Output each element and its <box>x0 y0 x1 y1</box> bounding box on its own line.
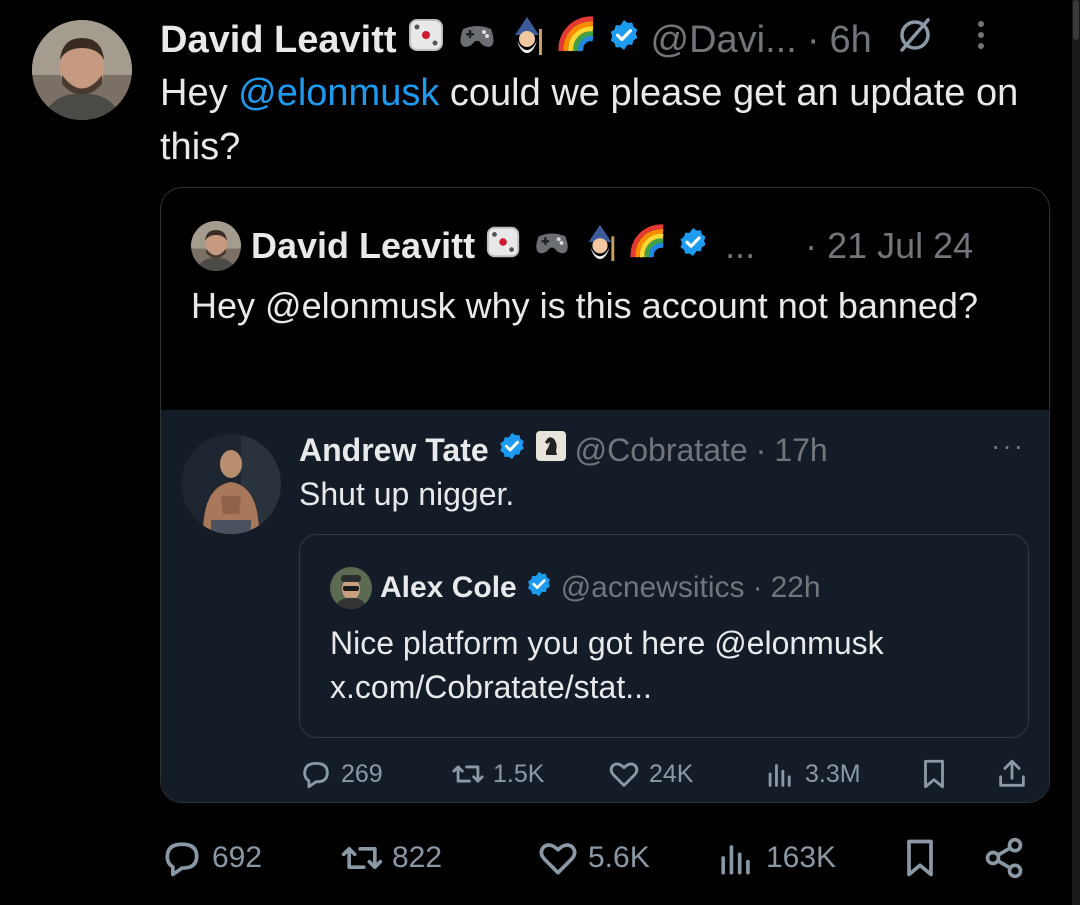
repost-icon <box>452 765 484 783</box>
bookmark-icon <box>924 759 944 789</box>
embedded-action-bar: 269 1.5K 24K 3.3M <box>299 754 1029 794</box>
like-count: 5.6K <box>588 841 650 874</box>
embedded-views-action: 3.3M <box>763 754 861 794</box>
embedded-tweet-header: Andrew Tate @Cobratate · 17h <box>299 426 828 474</box>
embedded-reply-action: 269 <box>299 754 383 794</box>
repost-count: 822 <box>392 841 443 874</box>
like-button[interactable]: 5.6K <box>536 833 650 883</box>
views-button[interactable]: 163K <box>714 833 836 883</box>
tweet-time[interactable]: 6h <box>829 19 871 62</box>
mention-link[interactable]: @elonmusk <box>238 72 439 114</box>
embedded-like-count: 24K <box>649 759 694 788</box>
embedded-like-action: 24K <box>607 754 693 794</box>
rainbow-emoji-icon <box>557 15 597 65</box>
separator: · <box>752 571 763 604</box>
inner-quoted-header: Alex Cole @acnewsitics · 22h <box>330 565 821 611</box>
inner-author-name: Alex Cole <box>380 571 517 604</box>
share-icon <box>999 759 1025 787</box>
reply-count: 692 <box>212 841 263 874</box>
share-icon[interactable] <box>982 835 1026 881</box>
game-controller-emoji-icon <box>533 223 571 270</box>
author-name[interactable]: David Leavitt <box>160 19 397 62</box>
embedded-reply-count: 269 <box>341 759 383 788</box>
tweet-action-bar: 692 822 5.6K 163K <box>160 833 1040 883</box>
views-icon <box>721 845 750 875</box>
quoted-avatar[interactable] <box>191 221 241 271</box>
repost-button[interactable]: 822 <box>340 833 442 883</box>
dice-emoji-icon <box>485 223 523 270</box>
quoted-tweet-card[interactable]: David Leavitt ... · 21 Jul 24 Hey @elonm… <box>160 187 1050 803</box>
repost-icon <box>341 847 383 869</box>
view-count: 163K <box>766 841 837 874</box>
heart-icon <box>609 762 639 787</box>
scrollbar-thumb[interactable] <box>1073 0 1079 40</box>
inner-quoted-text: Nice platform you got here @elonmusk x.c… <box>330 621 1010 709</box>
separator: · <box>805 225 818 266</box>
embedded-author-name: Andrew Tate <box>299 431 489 468</box>
inner-quoted-avatar <box>330 567 372 609</box>
main-tweet-header: David Leavitt @Davi... · 6h <box>160 14 988 66</box>
chess-knight-icon <box>535 430 567 470</box>
embedded-avatar <box>181 434 281 534</box>
reply-button[interactable]: 692 <box>160 833 262 883</box>
embedded-view-count: 3.3M <box>805 759 861 788</box>
game-controller-emoji-icon <box>457 15 497 65</box>
heart-icon <box>539 843 577 875</box>
inner-handle: @acnewsitics <box>560 571 745 604</box>
bookmark-icon[interactable] <box>898 835 942 881</box>
scrollbar[interactable] <box>1072 0 1080 905</box>
quoted-author-name[interactable]: David Leavitt <box>251 225 475 267</box>
grok-icon[interactable] <box>896 16 934 64</box>
separator: · <box>806 18 820 61</box>
mage-emoji-icon <box>581 223 619 270</box>
verified-badge-icon <box>607 18 641 62</box>
more-options-icon[interactable] <box>974 16 988 64</box>
embedded-tweet-text: Shut up nigger. <box>299 476 515 512</box>
views-icon <box>768 764 791 787</box>
rainbow-emoji-icon <box>629 223 667 270</box>
verified-badge-icon <box>525 570 553 606</box>
inner-quoted-tweet-card: Alex Cole @acnewsitics · 22h Nice platfo… <box>299 534 1029 738</box>
inner-time: 22h <box>770 571 821 604</box>
embedded-time: 17h <box>774 431 828 468</box>
quoted-tweet-text: Hey @elonmusk why is this account not ba… <box>191 285 978 326</box>
embedded-repost-count: 1.5K <box>493 759 545 788</box>
dice-emoji-icon <box>407 15 447 65</box>
verified-badge-icon <box>497 431 527 469</box>
reply-icon <box>165 842 199 877</box>
inner-quoted-text-line1: Nice platform you got here @elonmusk <box>330 625 884 661</box>
quoted-tweet-header: David Leavitt ... · 21 Jul 24 <box>191 218 973 274</box>
embedded-handle: @Cobratate <box>574 431 748 468</box>
separator: · <box>755 431 767 468</box>
mage-emoji-icon <box>507 15 547 65</box>
author-handle[interactable]: @Davi... <box>651 19 797 62</box>
truncated-handle: ... <box>725 225 756 266</box>
reply-icon <box>303 761 329 789</box>
embedded-repost-action: 1.5K <box>451 754 544 794</box>
tweet-text: Hey @elonmusk could we please get an upd… <box>160 66 1040 174</box>
verified-badge-icon <box>677 225 709 267</box>
embedded-tweet-screenshot: Andrew Tate @Cobratate · 17h ··· Shut up… <box>161 410 1049 802</box>
tweet-date[interactable]: 21 Jul 24 <box>827 225 973 267</box>
embedded-more-options-icon: ··· <box>991 430 1025 461</box>
avatar[interactable] <box>32 20 132 120</box>
inner-quoted-text-line2: x.com/Cobratate/stat... <box>330 669 652 705</box>
tweet-text-prefix: Hey <box>160 72 239 114</box>
